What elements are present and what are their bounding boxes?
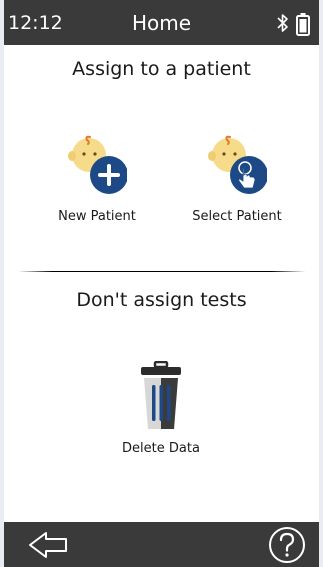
- back-arrow-icon[interactable]: [28, 529, 70, 561]
- home-screen: 12:12 Home Assign to a patient New Patie…: [4, 0, 319, 567]
- screen-title: Home: [131, 11, 192, 35]
- assign-heading: Assign to a patient: [72, 58, 251, 80]
- bluetooth-icon: [277, 14, 288, 32]
- battery-icon: [296, 13, 310, 36]
- baby-select-icon: [208, 135, 267, 194]
- new-patient-button[interactable]: New Patient: [32, 131, 162, 246]
- new-patient-label: New Patient: [58, 209, 136, 224]
- select-patient-button[interactable]: Select Patient: [172, 131, 302, 246]
- help-icon[interactable]: [268, 526, 306, 564]
- delete-data-label: Delete Data: [122, 441, 200, 456]
- section-divider: [18, 271, 306, 272]
- status-bar: 12:12 Home: [4, 0, 319, 45]
- no-assign-heading: Don't assign tests: [76, 289, 247, 311]
- select-patient-label: Select Patient: [192, 209, 282, 224]
- trash-icon: [141, 361, 181, 429]
- baby-add-icon: [68, 135, 127, 194]
- bottom-bar: [4, 522, 319, 567]
- delete-data-button[interactable]: Delete Data: [96, 361, 226, 476]
